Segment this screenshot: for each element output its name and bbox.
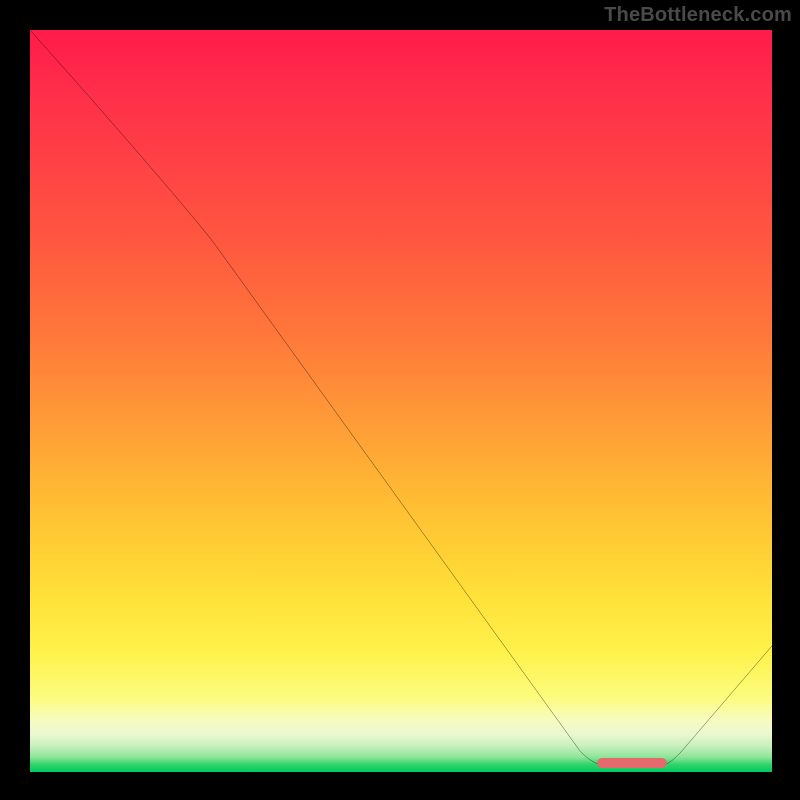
chart-container: TheBottleneck.com: [0, 0, 800, 800]
watermark-text: TheBottleneck.com: [604, 4, 792, 27]
bottleneck-curve: [30, 30, 772, 772]
optimal-range-marker: [597, 758, 667, 768]
curve-path: [30, 30, 772, 768]
